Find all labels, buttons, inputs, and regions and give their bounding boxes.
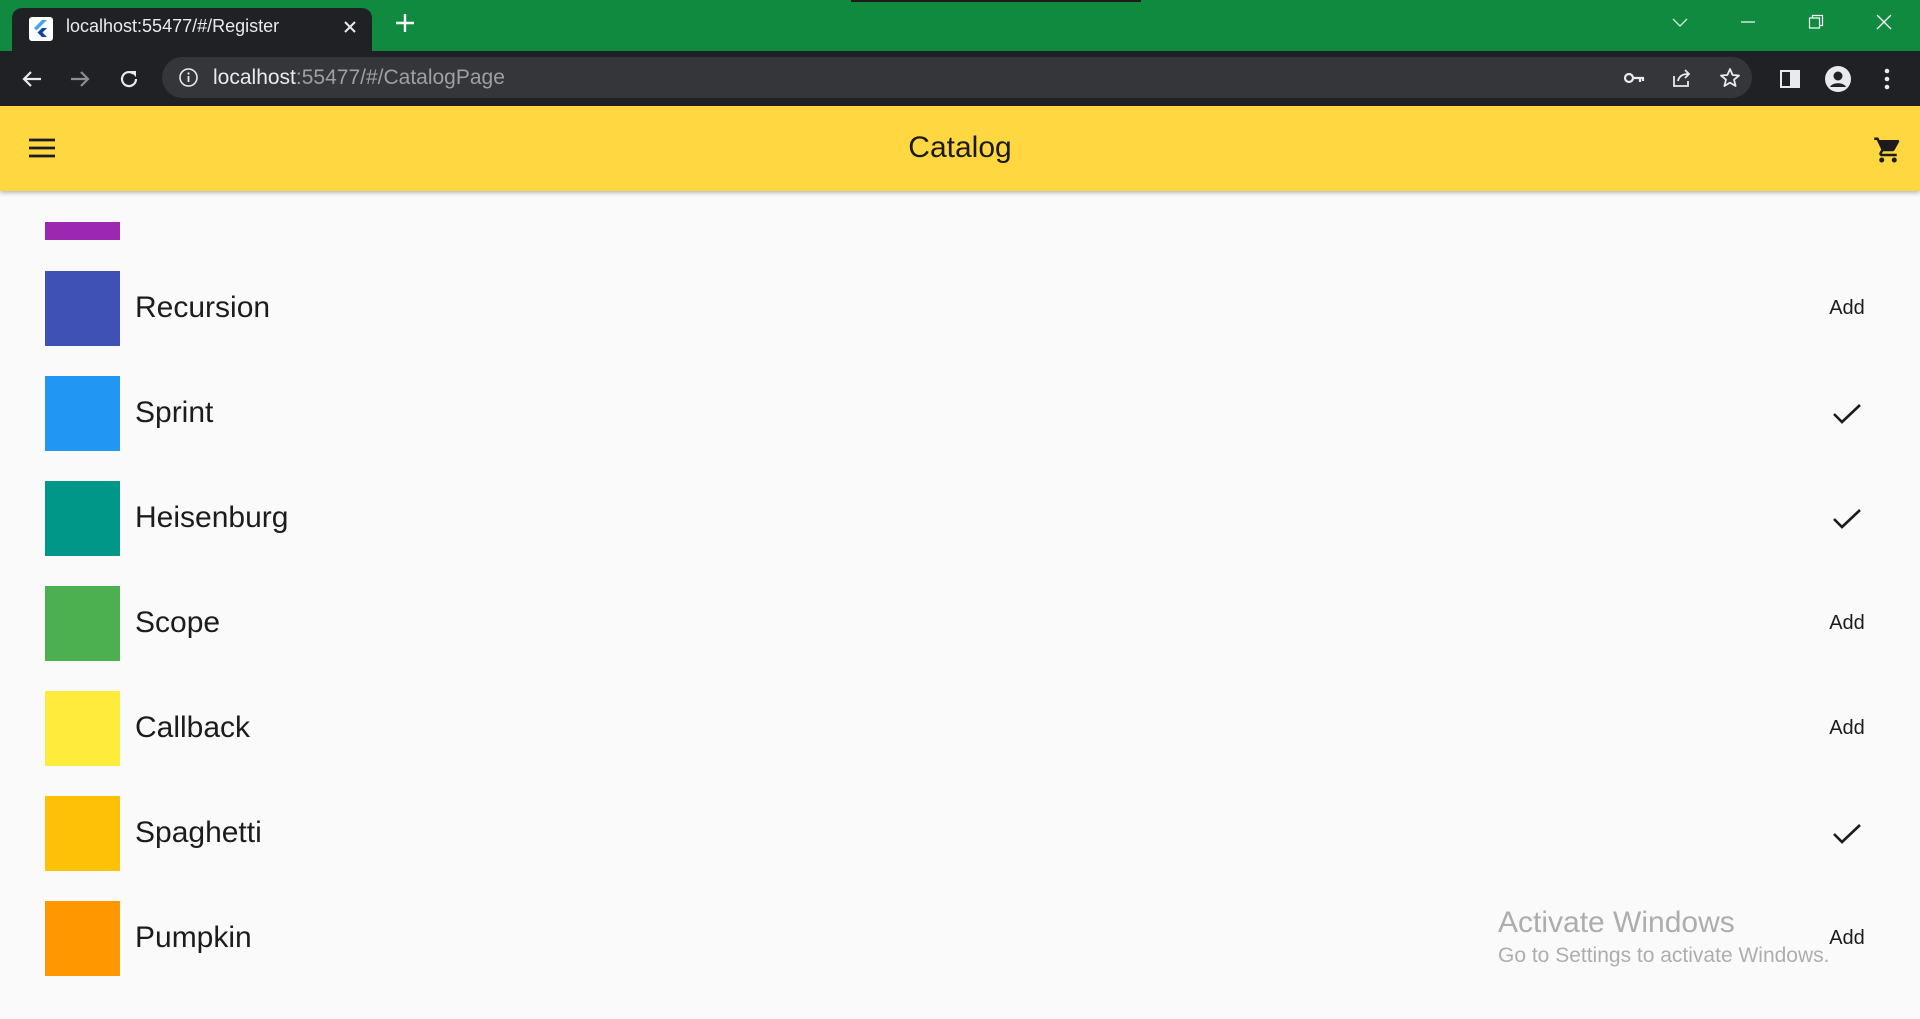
- kebab-menu-icon[interactable]: [1872, 64, 1902, 94]
- item-color-swatch: [45, 796, 120, 871]
- list-item: Sprint: [0, 376, 1920, 481]
- item-name: Callback: [135, 711, 251, 744]
- shopping-cart-icon[interactable]: [1868, 130, 1908, 170]
- list-item: Scope Add: [0, 586, 1920, 691]
- app-bar: Catalog: [0, 106, 1920, 191]
- info-icon[interactable]: [178, 67, 199, 88]
- tab-strip-divider: [851, 0, 1141, 2]
- restore-icon[interactable]: [1792, 0, 1840, 44]
- star-icon[interactable]: [1718, 66, 1742, 90]
- catalog-list[interactable]: Recursion Add Sprint Heisenburg Scope Add Call…: [0, 191, 1920, 1019]
- item-color-swatch: [45, 901, 120, 976]
- add-button[interactable]: Add: [1815, 285, 1879, 333]
- close-icon[interactable]: [337, 16, 363, 42]
- url-path: :55477/#/CatalogPage: [295, 66, 505, 89]
- watermark-subtitle: Go to Settings to activate Windows.: [1498, 944, 1830, 967]
- item-color-swatch: [45, 222, 120, 240]
- checkmark-icon[interactable]: [1815, 390, 1879, 438]
- url-host: localhost: [213, 66, 296, 89]
- checkmark-icon[interactable]: [1815, 810, 1879, 858]
- reload-icon[interactable]: [113, 63, 145, 95]
- key-icon[interactable]: [1622, 66, 1646, 90]
- browser-tab[interactable]: localhost:55477/#/Register: [12, 8, 372, 51]
- profile-icon[interactable]: [1823, 64, 1853, 94]
- chevron-down-icon[interactable]: [1656, 0, 1704, 44]
- windows-activation-watermark: Activate Windows Go to Settings to activ…: [1498, 906, 1830, 968]
- list-item: Spaghetti: [0, 796, 1920, 901]
- plus-icon[interactable]: [390, 10, 420, 40]
- item-color-swatch: [45, 376, 120, 451]
- side-panel-icon[interactable]: [1775, 64, 1805, 94]
- item-name: Pumpkin: [135, 921, 252, 954]
- back-arrow-icon[interactable]: [16, 63, 48, 95]
- item-name: Recursion: [135, 291, 271, 324]
- page-title: Catalog: [908, 131, 1012, 164]
- item-name: Heisenburg: [135, 501, 289, 534]
- item-color-swatch: [45, 586, 120, 661]
- add-button-label: Add: [1829, 297, 1865, 319]
- item-color-swatch: [45, 271, 120, 346]
- minimize-icon[interactable]: [1724, 0, 1772, 44]
- flutter-logo-icon: [29, 17, 53, 41]
- add-button[interactable]: Add: [1815, 705, 1879, 753]
- add-button-label: Add: [1829, 717, 1865, 739]
- close-window-icon[interactable]: [1860, 0, 1908, 44]
- item-name: Scope: [135, 606, 221, 639]
- list-item: Heisenburg: [0, 481, 1920, 586]
- add-button-label: Add: [1829, 612, 1865, 634]
- item-name: Spaghetti: [135, 816, 262, 849]
- browser-tab-strip: localhost:55477/#/Register: [0, 0, 1920, 51]
- item-color-swatch: [45, 691, 120, 766]
- tab-title: localhost:55477/#/Register: [66, 16, 280, 36]
- item-color-swatch: [45, 481, 120, 556]
- item-name: Sprint: [135, 396, 214, 429]
- share-icon[interactable]: [1670, 66, 1694, 90]
- list-item: Recursion Add: [0, 271, 1920, 376]
- browser-toolbar: localhost:55477/#/CatalogPage: [0, 51, 1920, 106]
- url-text[interactable]: localhost:55477/#/CatalogPage: [213, 66, 505, 90]
- address-bar[interactable]: localhost:55477/#/CatalogPage: [162, 57, 1752, 98]
- list-item: Callback Add: [0, 691, 1920, 796]
- watermark-title: Activate Windows: [1498, 906, 1735, 939]
- forward-arrow-icon[interactable]: [64, 63, 96, 95]
- checkmark-icon[interactable]: [1815, 495, 1879, 543]
- add-button[interactable]: Add: [1815, 600, 1879, 648]
